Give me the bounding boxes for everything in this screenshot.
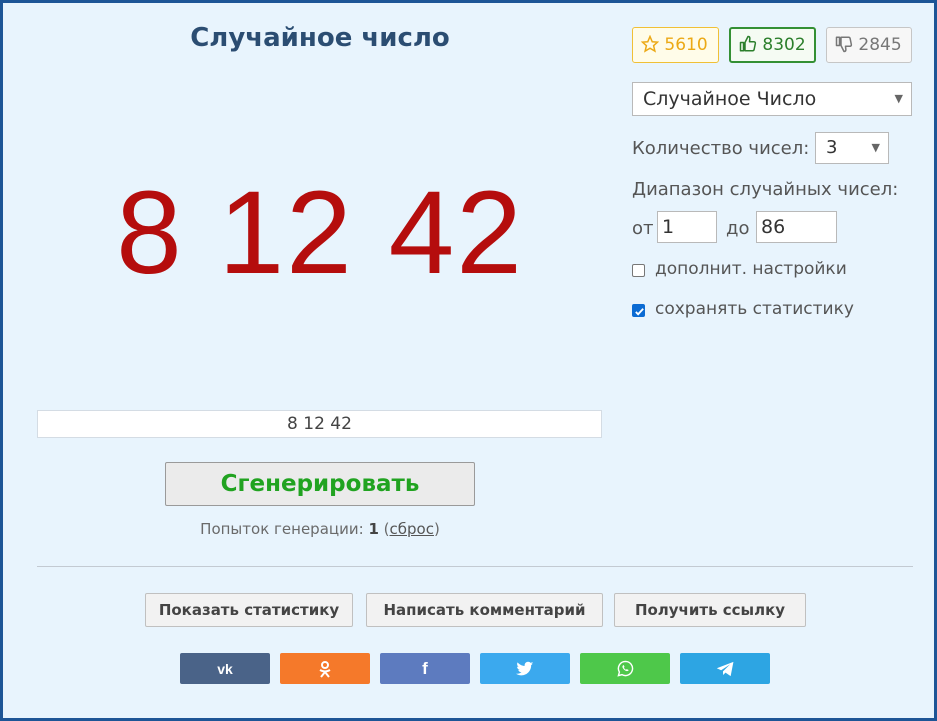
attempts-counter: Попыток генерации: 1 (сброс): [3, 520, 637, 538]
to-label: до: [726, 218, 750, 239]
page-title: Случайное число: [190, 23, 450, 53]
save-stats-label: сохранять статистику: [655, 299, 854, 319]
dropdown-arrow-icon: ▼: [871, 141, 880, 154]
twitter-icon: [516, 661, 534, 675]
save-stats-checkbox[interactable]: [632, 304, 645, 317]
range-label: Диапазон случайных чисел:: [632, 179, 899, 200]
share-whatsapp-button[interactable]: [580, 653, 670, 684]
count-value: 3: [826, 137, 838, 158]
checkmark-icon: [635, 308, 644, 316]
attempts-label: Попыток генерации:: [200, 520, 364, 538]
count-select[interactable]: 3 ▼: [815, 132, 889, 164]
show-stats-button[interactable]: Показать статистику: [145, 593, 353, 627]
dislike-button[interactable]: 2845: [826, 27, 912, 63]
share-vk-button[interactable]: vk: [180, 653, 270, 684]
favorite-count: 5610: [664, 35, 708, 55]
share-facebook-button[interactable]: f: [380, 653, 470, 684]
result-text-field[interactable]: 8 12 42: [37, 410, 602, 438]
favorite-button[interactable]: 5610: [632, 27, 719, 63]
dislike-count: 2845: [858, 35, 902, 55]
thumbs-up-icon: [739, 35, 757, 55]
divider: [37, 566, 913, 567]
attempts-count: 1: [368, 520, 379, 538]
facebook-icon: f: [422, 658, 428, 678]
from-label: от: [632, 218, 654, 239]
range-to-input[interactable]: 86: [756, 211, 837, 243]
paren-close: ): [433, 520, 440, 538]
generator-panel: Случайное число 8 12 42 8 12 42 Сгенерир…: [0, 0, 937, 721]
share-ok-button[interactable]: [280, 653, 370, 684]
result-display: 8 12 42: [116, 167, 524, 299]
extra-settings-checkbox[interactable]: [632, 264, 645, 277]
generator-type-select[interactable]: Случайное Число ▼: [632, 82, 912, 116]
range-from-input[interactable]: 1: [657, 211, 717, 243]
extra-settings-label: дополнит. настройки: [655, 259, 847, 279]
thumbs-down-icon: [835, 35, 853, 55]
whatsapp-icon: [616, 660, 633, 677]
telegram-icon: [716, 661, 733, 676]
count-label: Количество чисел:: [632, 138, 810, 159]
odnoklassniki-icon: [319, 660, 331, 678]
share-telegram-button[interactable]: [680, 653, 770, 684]
generate-button[interactable]: Сгенерировать: [165, 462, 475, 506]
vk-icon: vk: [217, 660, 233, 677]
like-count: 8302: [762, 35, 806, 55]
reset-link[interactable]: сброс: [390, 520, 434, 538]
star-icon: [640, 34, 660, 55]
like-button[interactable]: 8302: [729, 27, 816, 63]
dropdown-arrow-icon: ▼: [894, 92, 903, 105]
generator-type-value: Случайное Число: [643, 88, 817, 110]
share-twitter-button[interactable]: [480, 653, 570, 684]
get-link-button[interactable]: Получить ссылку: [614, 593, 806, 627]
write-comment-button[interactable]: Написать комментарий: [366, 593, 603, 627]
